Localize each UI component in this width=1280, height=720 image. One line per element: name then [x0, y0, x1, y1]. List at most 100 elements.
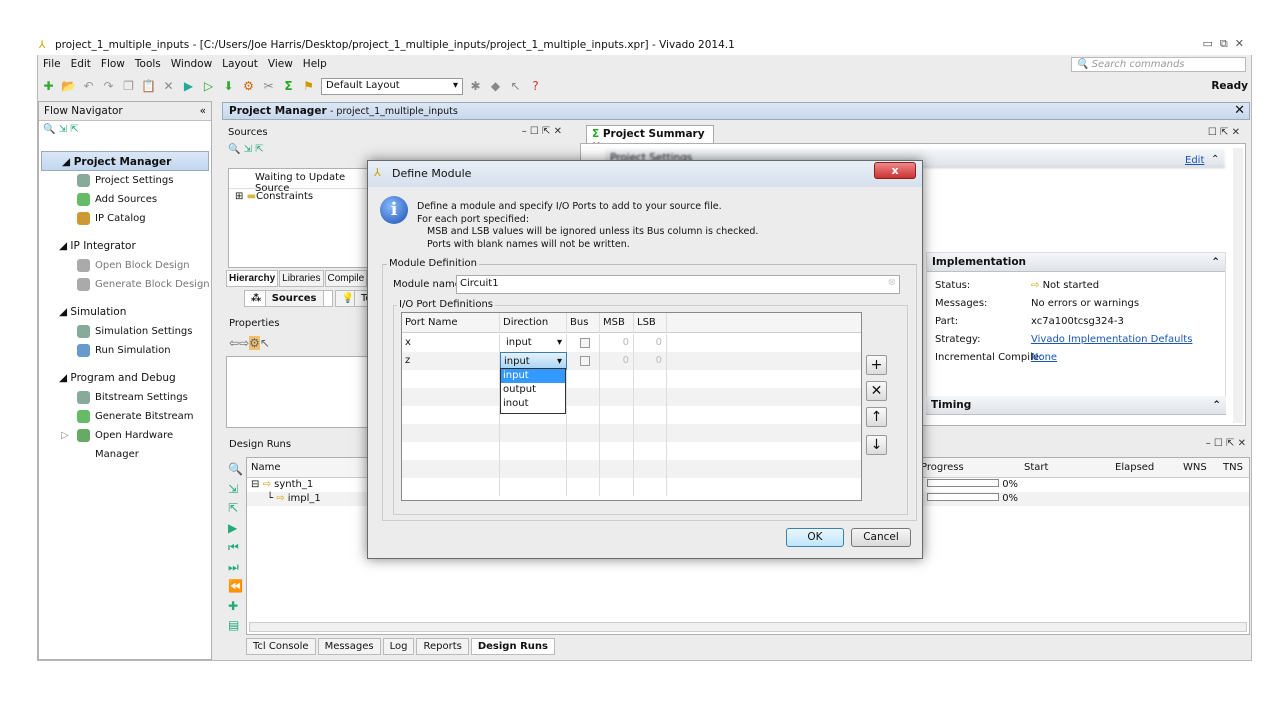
menu-edit[interactable]: Edit: [71, 58, 91, 71]
menu-flow[interactable]: Flow: [101, 58, 125, 71]
tab-messages[interactable]: Messages: [317, 638, 381, 655]
remove-port-button[interactable]: ✕: [866, 381, 887, 401]
port-row[interactable]: z input ▾ 0 0: [402, 352, 861, 370]
report-icon[interactable]: ⚑: [301, 79, 316, 94]
tab-libraries[interactable]: Libraries: [279, 270, 324, 287]
menu-tools[interactable]: Tools: [135, 58, 161, 71]
sigma-icon[interactable]: Σ: [281, 79, 296, 94]
marker-icon[interactable]: ◆: [488, 79, 503, 94]
collapse-icon[interactable]: ⌃: [1211, 256, 1220, 268]
run-icon[interactable]: ▶: [181, 79, 196, 94]
search-icon[interactable]: 🔍: [43, 124, 55, 135]
menu-layout[interactable]: Layout: [222, 58, 258, 71]
expand-all-icon[interactable]: ⇱: [228, 499, 244, 519]
msb-cell[interactable]: 0: [600, 352, 634, 370]
move-up-button[interactable]: ↑: [866, 407, 887, 427]
nav-section-project-manager[interactable]: ◢ Project Manager: [41, 151, 209, 171]
delete-icon[interactable]: ✕: [161, 79, 176, 94]
pin-icon[interactable]: ✱: [468, 79, 483, 94]
collapse-icon[interactable]: «: [200, 105, 206, 117]
forward-icon[interactable]: ⇨: [239, 336, 249, 350]
impl-value[interactable]: None: [1031, 352, 1057, 363]
add-port-button[interactable]: +: [866, 355, 887, 375]
expand-all-icon[interactable]: ⇱: [70, 124, 78, 135]
nav-section-simulation[interactable]: ◢ Simulation: [39, 302, 211, 322]
collapse-all-icon[interactable]: ⇲: [228, 480, 244, 500]
port-row[interactable]: x input ▾ 0 0: [402, 334, 861, 352]
back-icon[interactable]: ⇦: [229, 336, 239, 350]
properties-icon[interactable]: ⚙: [249, 336, 260, 350]
rewind-icon[interactable]: ⏪: [228, 577, 244, 597]
new-project-icon[interactable]: ✚: [41, 79, 56, 94]
tools-icon[interactable]: ✂: [261, 79, 276, 94]
tab-sources[interactable]: ⁂ Sources: [244, 290, 333, 307]
msb-cell[interactable]: 0: [600, 334, 634, 352]
port-name-cell[interactable]: x: [402, 334, 500, 352]
nav-simulation-settings[interactable]: Simulation Settings: [39, 322, 211, 341]
help-icon[interactable]: ?: [528, 79, 543, 94]
bitstream-icon[interactable]: ⬇: [221, 79, 236, 94]
menu-help[interactable]: Help: [303, 58, 327, 71]
first-icon[interactable]: ⏮: [228, 538, 244, 558]
option-input[interactable]: input: [501, 369, 565, 383]
nav-generate-bitstream[interactable]: Generate Bitstream: [39, 407, 211, 426]
nav-generate-block-design[interactable]: Generate Block Design: [39, 275, 211, 294]
search-icon[interactable]: 🔍: [228, 460, 244, 480]
edit-link[interactable]: Edit: [1185, 155, 1204, 166]
nav-section-program-debug[interactable]: ◢ Program and Debug: [39, 368, 211, 388]
nav-add-sources[interactable]: Add Sources: [39, 190, 211, 209]
select-icon[interactable]: ↖: [260, 336, 270, 350]
move-down-button[interactable]: ↓: [866, 435, 887, 455]
collapse-all-icon[interactable]: ⇲: [59, 124, 67, 135]
expand-all-icon[interactable]: ⇱: [255, 144, 263, 155]
pointer-icon[interactable]: ↖: [508, 79, 523, 94]
option-inout[interactable]: inout: [501, 397, 565, 411]
move-icon[interactable]: ✚: [228, 597, 244, 617]
summary-panel-controls[interactable]: ☐ ⇱ ✕: [1208, 127, 1240, 138]
bus-checkbox[interactable]: [567, 352, 600, 370]
settings-icon[interactable]: ⚙: [241, 79, 256, 94]
nav-section-ip-integrator[interactable]: ◢ IP Integrator: [39, 236, 211, 256]
tab-compile-order[interactable]: Compile: [324, 270, 368, 287]
open-project-icon[interactable]: 📂: [61, 79, 76, 94]
run-synthesis-icon[interactable]: ▷: [201, 79, 216, 94]
ok-button[interactable]: OK: [786, 528, 844, 547]
cancel-button[interactable]: Cancel: [851, 528, 911, 547]
tab-project-summary[interactable]: Σ Project Summary ✕: [586, 125, 714, 152]
tab-reports[interactable]: Reports: [416, 638, 469, 655]
dialog-close-button[interactable]: x: [874, 162, 916, 179]
panel-controls[interactable]: – ☐ ⇱ ✕: [522, 126, 562, 137]
window-controls[interactable]: ▭ ⧉ ✕: [1203, 37, 1244, 51]
nav-open-hardware-manager[interactable]: ▷ Open Hardware Manager: [39, 426, 211, 460]
paste-icon[interactable]: 📋: [141, 79, 156, 94]
search-icon[interactable]: 🔍: [228, 144, 240, 155]
collapse-all-icon[interactable]: ⇲: [244, 144, 252, 155]
tab-design-runs[interactable]: Design Runs: [470, 638, 555, 655]
tab-log[interactable]: Log: [382, 638, 415, 655]
bus-checkbox[interactable]: [567, 334, 600, 352]
collapse-icon[interactable]: ⌃: [1211, 154, 1219, 165]
search-commands-input[interactable]: 🔍 Search commands: [1071, 57, 1246, 72]
tab-tcl-console[interactable]: Tcl Console: [246, 638, 316, 655]
vertical-scrollbar[interactable]: [1233, 148, 1243, 423]
nav-project-settings[interactable]: Project Settings: [39, 171, 211, 190]
clear-icon[interactable]: ⊗: [888, 277, 896, 288]
horizontal-scrollbar[interactable]: [249, 622, 1247, 632]
tab-hierarchy[interactable]: Hierarchy: [226, 270, 279, 287]
close-icon[interactable]: ✕: [1234, 103, 1245, 118]
next-icon[interactable]: ⏭: [228, 558, 244, 578]
tree-node-constraints[interactable]: ⊞ ▬Constraints: [229, 189, 367, 204]
module-name-input[interactable]: Circuit1 ⊗: [456, 275, 900, 294]
lsb-cell[interactable]: 0: [634, 352, 667, 370]
document-icon[interactable]: ▤: [228, 616, 244, 636]
menu-view[interactable]: View: [268, 58, 293, 71]
collapse-icon[interactable]: ⌃: [1212, 399, 1221, 411]
lsb-cell[interactable]: 0: [634, 334, 667, 352]
direction-select[interactable]: input ▾: [500, 334, 567, 352]
layout-dropdown[interactable]: Default Layout ▾: [321, 77, 463, 95]
nav-bitstream-settings[interactable]: Bitstream Settings: [39, 388, 211, 407]
copy-icon[interactable]: ❐: [121, 79, 136, 94]
nav-open-block-design[interactable]: Open Block Design: [39, 256, 211, 275]
nav-run-simulation[interactable]: Run Simulation: [39, 341, 211, 360]
play-icon[interactable]: ▶: [228, 519, 244, 539]
